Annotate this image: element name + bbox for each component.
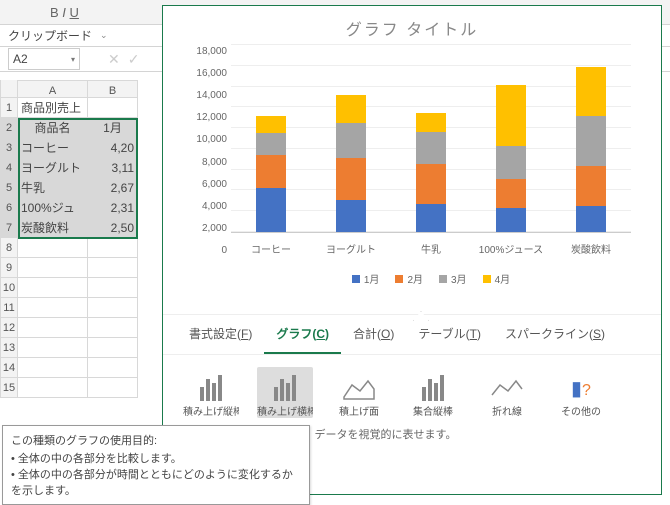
formula-icons: ✕✓ <box>108 51 139 68</box>
cell[interactable] <box>88 238 138 258</box>
quick-analysis-panel: グラフ タイトル 18,00016,00014,00012,00010,0008… <box>162 5 662 495</box>
row-head[interactable]: 5 <box>0 178 18 198</box>
col-head-a[interactable]: A <box>18 80 88 98</box>
x-label: 100%ジュース <box>471 241 551 256</box>
qa-tab-S[interactable]: スパークライン(S) <box>493 315 617 354</box>
cell[interactable]: 1月 <box>88 118 138 138</box>
name-box[interactable]: A2 ▾ <box>8 48 80 70</box>
row-head[interactable]: 13 <box>0 338 18 358</box>
row-head[interactable]: 4 <box>0 158 18 178</box>
cell[interactable] <box>18 318 88 338</box>
cell[interactable]: ヨーグルト <box>18 158 88 178</box>
chart-type-area[interactable]: 積上げ面 <box>331 367 387 418</box>
cell[interactable]: 炭酸飲料 <box>18 218 88 238</box>
row-head[interactable]: 8 <box>0 238 18 258</box>
bar <box>496 84 526 232</box>
cell[interactable] <box>88 358 138 378</box>
clipboard-group: クリップボード <box>0 23 100 48</box>
row-head[interactable]: 12 <box>0 318 18 338</box>
cell[interactable]: 2,31 <box>88 198 138 218</box>
bar <box>256 116 286 232</box>
legend-item: 3月 <box>439 271 467 286</box>
x-label: コーヒー <box>231 241 311 256</box>
row-head[interactable]: 2 <box>0 118 18 138</box>
legend-item: 1月 <box>352 271 380 286</box>
cell[interactable] <box>18 378 88 398</box>
qa-tab-C[interactable]: グラフ(C) <box>264 315 341 354</box>
tooltip-line1: • 全体の中の各部分を比較します。 <box>11 450 301 466</box>
chevron-down-icon: ▾ <box>71 55 75 64</box>
chart-type-line[interactable]: 折れ線 <box>479 367 535 418</box>
row-head[interactable]: 9 <box>0 258 18 278</box>
cell[interactable] <box>18 358 88 378</box>
qa-tab-O[interactable]: 合計(O) <box>341 315 406 354</box>
x-label: ヨーグルト <box>311 241 391 256</box>
chart-type-more[interactable]: ▮?その他の <box>553 367 609 418</box>
row-head[interactable]: 1 <box>0 98 18 118</box>
row-head[interactable]: 11 <box>0 298 18 318</box>
chart-type-row: 積み上げ縦棒積み上げ横棒積上げ面集合縦棒折れ線 ▮?その他の <box>183 367 661 418</box>
legend-item: 2月 <box>395 271 423 286</box>
row-head[interactable]: 6 <box>0 198 18 218</box>
row-head[interactable]: 15 <box>0 378 18 398</box>
tooltip-line2: • 全体の中の各部分が時間とともにどのように変化するかを示します。 <box>11 466 301 498</box>
cell[interactable] <box>18 338 88 358</box>
chart-title: グラフ タイトル <box>163 16 661 40</box>
cell[interactable]: 牛乳 <box>18 178 88 198</box>
cell[interactable]: 3,11 <box>88 158 138 178</box>
cell[interactable] <box>88 278 138 298</box>
cell[interactable]: 100%ジュース <box>18 198 88 218</box>
cell[interactable] <box>18 238 88 258</box>
cell[interactable] <box>88 98 138 118</box>
tooltip: この種類のグラフの使用目的: • 全体の中の各部分を比較します。 • 全体の中の… <box>2 425 310 505</box>
x-label: 炭酸飲料 <box>551 241 631 256</box>
chart-preview: 18,00016,00014,00012,00010,0008,0006,000… <box>187 46 637 286</box>
row-head[interactable]: 14 <box>0 358 18 378</box>
bar <box>336 95 366 232</box>
row-head[interactable]: 10 <box>0 278 18 298</box>
cell[interactable] <box>88 338 138 358</box>
legend-item: 4月 <box>483 271 511 286</box>
name-box-value: A2 <box>13 52 28 66</box>
cell[interactable]: 商品名 <box>18 118 88 138</box>
chart-type-bars-h[interactable]: 積み上げ横棒 <box>257 367 313 418</box>
worksheet-grid[interactable]: A B 1商品別売上2商品名1月 3コーヒー4,20 4ヨーグルト3,11 5牛乳2,… <box>0 80 138 398</box>
qa-tabs: 書式設定(F)グラフ(C)合計(O)テーブル(T)スパークライン(S) <box>163 314 661 355</box>
cell[interactable] <box>18 278 88 298</box>
cell[interactable] <box>18 258 88 278</box>
row-head[interactable]: 7 <box>0 218 18 238</box>
cell[interactable]: 4,20 <box>88 138 138 158</box>
cell[interactable]: コーヒー <box>18 138 88 158</box>
chart-type-bars[interactable]: 集合縦棒 <box>405 367 461 418</box>
col-head-b[interactable]: B <box>88 80 138 98</box>
tooltip-heading: この種類のグラフの使用目的: <box>11 432 301 448</box>
qa-tab-F[interactable]: 書式設定(F) <box>177 315 264 354</box>
bar <box>576 67 606 232</box>
row-head[interactable]: 3 <box>0 138 18 158</box>
bar <box>416 113 446 232</box>
x-label: 牛乳 <box>391 241 471 256</box>
cell[interactable]: 2,67 <box>88 178 138 198</box>
chart-type-bars[interactable]: 積み上げ縦棒 <box>183 367 239 418</box>
cell[interactable]: 商品別売上 <box>18 98 88 118</box>
corner[interactable] <box>0 80 18 98</box>
cell[interactable]: 2,50 <box>88 218 138 238</box>
cell[interactable] <box>88 378 138 398</box>
cell[interactable] <box>88 298 138 318</box>
cell[interactable] <box>88 318 138 338</box>
cell[interactable] <box>18 298 88 318</box>
cell[interactable] <box>88 258 138 278</box>
